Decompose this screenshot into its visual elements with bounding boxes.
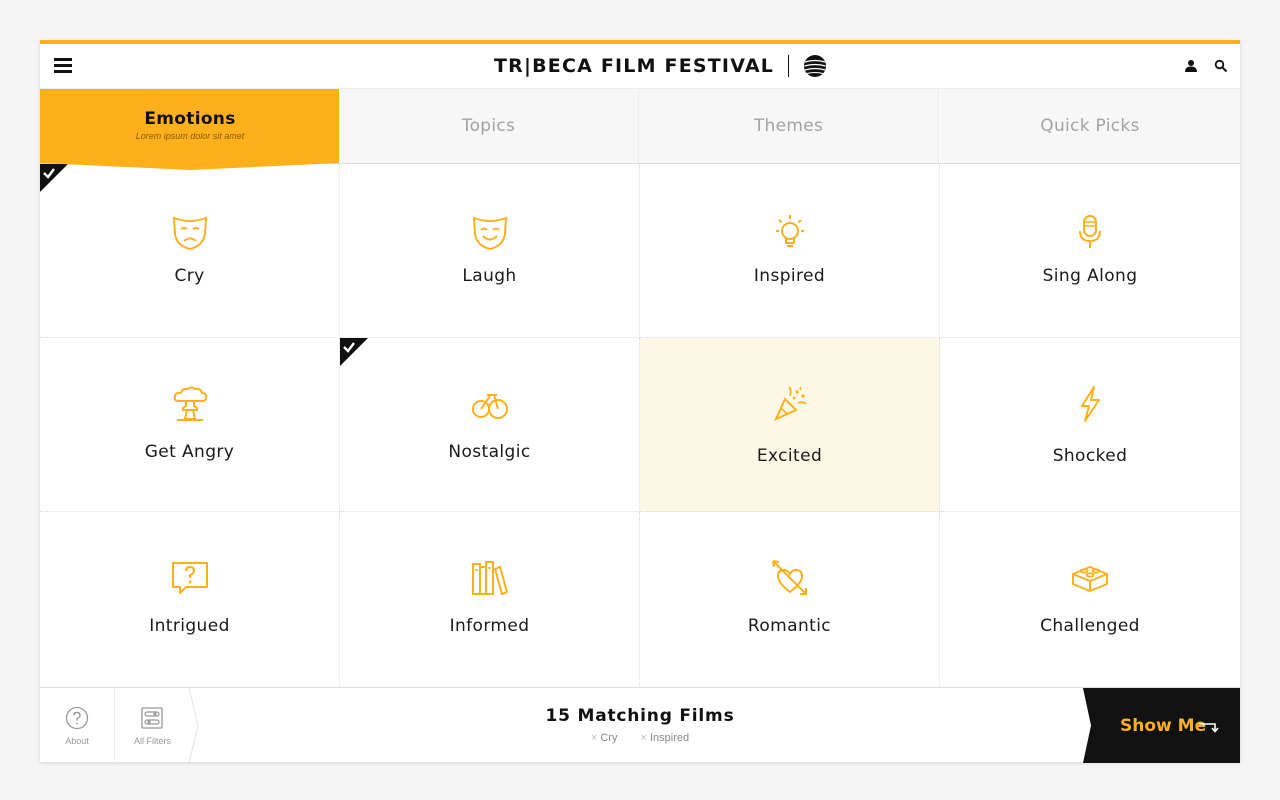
remove-filter-icon[interactable]: × — [591, 732, 597, 744]
question-bubble-icon — [172, 562, 208, 594]
microphone-icon — [1079, 215, 1101, 248]
emotion-label: Sing Along — [1042, 266, 1138, 286]
footer-bar: About All Filters 15 Matching Films × Cry… — [40, 687, 1240, 763]
user-icon[interactable] — [1184, 59, 1198, 73]
matching-films-count: 15 Matching Films — [545, 706, 735, 726]
lightbulb-icon — [776, 215, 804, 247]
party-popper-icon — [774, 386, 807, 421]
filters-toggle-icon — [141, 707, 163, 729]
tab-subtitle: Lorem ipsum dolor sit amet — [135, 131, 245, 141]
category-tabs: Emotions Lorem ipsum dolor sit amet Topi… — [40, 89, 1240, 170]
emotion-tile-inspired[interactable]: Inspired — [640, 164, 940, 338]
mushroom-cloud-icon — [173, 386, 208, 421]
brand-divider — [788, 55, 790, 77]
emotion-tile-informed[interactable]: Informed — [340, 512, 640, 686]
emotion-tile-nostalgic[interactable]: Nostalgic — [340, 338, 640, 512]
books-icon — [472, 561, 509, 596]
emotion-tile-challenged[interactable]: Challenged — [940, 512, 1240, 686]
tab-emotions[interactable]: Emotions Lorem ipsum dolor sit amet — [40, 89, 340, 163]
all-filters-label: All Filters — [133, 736, 171, 746]
match-summary: 15 Matching Films × Cry × Inspired — [440, 706, 840, 744]
happy-mask-icon — [472, 216, 508, 251]
filters-divider-chevron — [188, 688, 199, 763]
search-icon[interactable] — [1214, 59, 1228, 73]
sad-mask-icon — [172, 216, 208, 251]
tab-label: Quick Picks — [1040, 116, 1140, 136]
att-globe-logo — [804, 55, 827, 77]
emotion-tile-sing-along[interactable]: Sing Along — [940, 164, 1240, 338]
emotion-label: Get Angry — [144, 442, 235, 462]
active-tab-indicator — [40, 162, 339, 170]
tab-label: Themes — [753, 116, 824, 136]
emotion-label: Cry — [174, 266, 205, 286]
tab-quick-picks[interactable]: Quick Picks — [940, 89, 1240, 163]
emotion-label: Inspired — [753, 266, 826, 286]
brand[interactable]: TR|BECA FILM FESTIVAL — [494, 53, 827, 79]
emotion-tile-cry[interactable]: Cry — [40, 164, 340, 338]
show-me-label: Show Me — [1120, 716, 1207, 736]
penny-farthing-icon — [472, 394, 508, 419]
filter-chip-inspired[interactable]: × Inspired — [641, 732, 690, 744]
emotion-label: Romantic — [747, 616, 832, 636]
emotion-label: Challenged — [1040, 616, 1140, 636]
heart-arrow-icon — [772, 560, 807, 595]
emotion-label: Intrigued — [149, 616, 230, 636]
filter-chip-label: Cry — [600, 732, 618, 744]
filter-chip-cry[interactable]: × Cry — [591, 732, 618, 744]
emotion-label: Shocked — [1052, 446, 1128, 466]
help-circle-icon — [65, 706, 89, 730]
emotion-label: Nostalgic — [448, 442, 531, 462]
emotion-tile-shocked[interactable]: Shocked — [940, 338, 1240, 512]
hamburger-menu-icon[interactable] — [54, 58, 72, 74]
emotion-tile-get-angry[interactable]: Get Angry — [40, 338, 340, 512]
emotion-tile-romantic[interactable]: Romantic — [640, 512, 940, 686]
show-me-button[interactable]: Show Me — [1083, 688, 1240, 763]
tab-themes[interactable]: Themes — [639, 89, 939, 163]
emotion-tile-laugh[interactable]: Laugh — [340, 164, 640, 338]
tab-label: Topics — [461, 116, 516, 136]
arrow-right-icon — [1199, 723, 1219, 733]
selected-check-icon — [340, 338, 368, 366]
emotion-tile-excited[interactable]: Excited — [640, 338, 940, 512]
remove-filter-icon[interactable]: × — [641, 732, 647, 744]
emotion-grid: Cry Laugh Inspired Sing Along Get Angry … — [40, 164, 1240, 687]
all-filters-button[interactable]: All Filters — [115, 688, 190, 763]
filter-chip-label: Inspired — [649, 732, 690, 744]
emotion-tile-intrigued[interactable]: Intrigued — [40, 512, 340, 686]
lego-brick-icon — [1072, 566, 1108, 592]
about-button[interactable]: About — [40, 688, 115, 763]
tab-label: Emotions — [144, 109, 236, 129]
emotion-label: Laugh — [462, 266, 517, 286]
about-label: About — [65, 736, 89, 746]
emotion-label: Informed — [449, 616, 530, 636]
tab-topics[interactable]: Topics — [339, 89, 639, 163]
app-window: TR|BECA FILM FESTIVAL Emotions Lorem ips… — [40, 40, 1240, 763]
active-filter-chips: × Cry × Inspired — [440, 732, 840, 744]
header: TR|BECA FILM FESTIVAL — [40, 44, 1240, 89]
lightning-bolt-icon — [1081, 386, 1100, 422]
brand-name: TR|BECA FILM FESTIVAL — [494, 55, 775, 77]
emotion-label: Excited — [756, 446, 823, 466]
